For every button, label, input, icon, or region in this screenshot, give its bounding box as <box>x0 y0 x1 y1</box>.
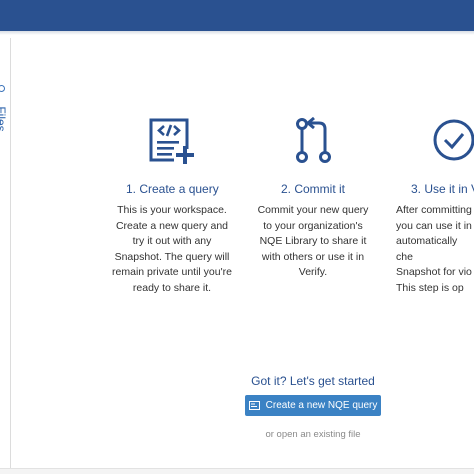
side-panel: Files <box>0 38 11 468</box>
panel-handle-icon[interactable] <box>0 85 5 92</box>
create-query-icon <box>148 117 198 167</box>
create-new-query-button[interactable]: Create a new NQE query <box>245 395 381 416</box>
step-3-title: 3. Use it in V <box>411 182 474 196</box>
step-1-text: This is your workspace. Create a new que… <box>112 204 232 294</box>
top-bar-shadow <box>0 31 474 35</box>
step-2-text: Commit your new query to your organizati… <box>257 204 369 278</box>
step-3-text: After committing you can use it in autom… <box>396 204 472 294</box>
commit-icon <box>289 116 339 167</box>
bottom-edge <box>0 468 474 474</box>
open-existing-file-link[interactable]: or open an existing file <box>213 429 413 440</box>
top-bar <box>0 0 474 31</box>
files-tab[interactable]: Files <box>0 98 9 142</box>
cta-title: Got it? Let's get started <box>251 374 375 388</box>
check-circle-icon <box>431 117 474 167</box>
files-tab-label: Files <box>0 106 8 132</box>
query-icon <box>248 401 260 410</box>
step-1-title: 1. Create a query <box>126 182 219 196</box>
nqe-workspace: Files 1. Create a query This is your wor… <box>0 0 474 474</box>
create-new-query-label: Create a new NQE query <box>265 400 378 411</box>
step-2-title: 2. Commit it <box>281 182 346 196</box>
